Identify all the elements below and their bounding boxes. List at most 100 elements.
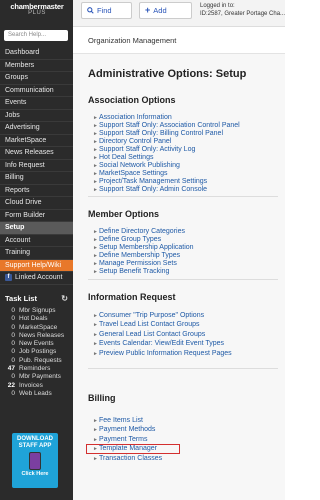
link-travel-lead-groups[interactable]: ► Travel Lead List Contact Groups bbox=[93, 321, 232, 331]
sidebar-item-groups[interactable]: Groups bbox=[0, 72, 73, 85]
section-title-billing: Billing bbox=[88, 393, 116, 403]
sidebar-item-communication[interactable]: Communication bbox=[0, 85, 73, 97]
link-activity-log[interactable]: ► Support Staff Only: Activity Log bbox=[93, 146, 240, 154]
link-directory-categories[interactable]: ► Define Directory Categories bbox=[93, 228, 194, 236]
add-button[interactable]: + Add bbox=[139, 2, 192, 19]
link-marketspace-settings[interactable]: ► MarketSpace Settings bbox=[93, 170, 240, 178]
task-count: 22 bbox=[7, 381, 15, 389]
link-label: Manage Permission Sets bbox=[99, 260, 177, 267]
logo[interactable]: chambermaster PLUS bbox=[4, 3, 70, 17]
link-admin-console[interactable]: ► Support Staff Only: Admin Console bbox=[93, 186, 240, 194]
divider bbox=[88, 279, 278, 280]
link-label: Project/Task Management Settings bbox=[99, 178, 208, 185]
task-count: 0 bbox=[11, 323, 15, 331]
sidebar-item-billing[interactable]: Billing bbox=[0, 172, 73, 185]
task-row-pub-requests[interactable]: 0 Pub. Requests bbox=[5, 357, 71, 365]
sidebar-item-setup[interactable]: Setup bbox=[0, 222, 73, 235]
refresh-icon[interactable]: ↻ bbox=[61, 294, 68, 303]
search-icon bbox=[87, 7, 94, 14]
link-label: Support Staff Only: Admin Console bbox=[99, 186, 208, 193]
link-payment-methods[interactable]: ► Payment Methods bbox=[93, 426, 162, 436]
link-label: General Lead List Contact Groups bbox=[99, 330, 206, 338]
task-row-mbr-signups[interactable]: 0 Mbr Signups bbox=[5, 307, 71, 315]
section-title-association: Association Options bbox=[88, 95, 176, 105]
task-count: 0 bbox=[11, 340, 15, 348]
link-label: Social Network Publishing bbox=[99, 162, 180, 169]
sidebar-item-jobs[interactable]: Jobs bbox=[0, 110, 73, 122]
sidebar-item-events[interactable]: Events bbox=[0, 97, 73, 110]
sidebar-item-info-request[interactable]: Info Request bbox=[0, 160, 73, 172]
download-staff-app-banner[interactable]: DOWNLOAD STAFF APP Click Here bbox=[12, 433, 58, 488]
link-benefit-tracking[interactable]: ► Setup Benefit Tracking bbox=[93, 268, 194, 276]
logged-in-info: Logged in to: ID:2587, Greater Portage C… bbox=[200, 2, 285, 18]
link-transaction-classes[interactable]: ► Transaction Classes bbox=[93, 454, 162, 464]
task-row-news-releases[interactable]: 0 News Releases bbox=[5, 332, 71, 340]
sidebar-item-marketspace[interactable]: MarketSpace bbox=[0, 135, 73, 147]
link-membership-application[interactable]: ► Setup Membership Application bbox=[93, 244, 194, 252]
sidebar-item-dashboard[interactable]: Dashboard bbox=[0, 47, 73, 60]
task-row-job-postings[interactable]: 0 Job Postings bbox=[5, 348, 71, 356]
link-membership-types[interactable]: ► Define Membership Types bbox=[93, 252, 194, 260]
link-directory-control-panel[interactable]: ► Directory Control Panel bbox=[93, 138, 240, 146]
sidebar-item-reports[interactable]: Reports bbox=[0, 185, 73, 197]
link-label: Transaction Classes bbox=[99, 454, 163, 462]
link-trip-purpose-options[interactable]: ► Consumer "Trip Purpose" Options bbox=[93, 311, 232, 321]
link-label: Payment Terms bbox=[99, 435, 148, 443]
task-label: Pub. Requests bbox=[19, 356, 62, 364]
sidebar: chambermaster PLUS Search Help... Dashbo… bbox=[0, 0, 73, 500]
sidebar-nav: Dashboard Members Groups Communication E… bbox=[0, 47, 73, 285]
task-row-invoices[interactable]: 22 Invoices bbox=[5, 382, 71, 390]
linked-account-label: Linked Account bbox=[15, 273, 63, 281]
task-row-hot-deals[interactable]: 0 Hot Deals bbox=[5, 315, 71, 323]
task-count: 0 bbox=[11, 389, 15, 397]
task-row-marketspace[interactable]: 0 MarketSpace bbox=[5, 324, 71, 332]
link-label: Consumer "Trip Purpose" Options bbox=[99, 311, 205, 319]
find-button[interactable]: Find bbox=[81, 2, 132, 19]
sidebar-item-members[interactable]: Members bbox=[0, 60, 73, 72]
logo-subtext: PLUS bbox=[28, 10, 46, 16]
link-label: Directory Control Panel bbox=[99, 138, 172, 145]
app-banner-line1: DOWNLOAD bbox=[17, 436, 53, 442]
logo-text: chambermaster bbox=[10, 2, 64, 11]
task-label: New Events bbox=[19, 340, 54, 348]
link-billing-control-panel[interactable]: ► Support Staff Only: Billing Control Pan… bbox=[93, 130, 240, 138]
find-label: Find bbox=[97, 6, 112, 15]
sidebar-item-form-builder[interactable]: Form Builder bbox=[0, 210, 73, 222]
task-row-reminders[interactable]: 47 Reminders bbox=[5, 365, 71, 373]
phone-icon bbox=[29, 452, 41, 470]
sidebar-item-account[interactable]: Account bbox=[0, 235, 73, 247]
link-group-types[interactable]: ► Define Group Types bbox=[93, 236, 194, 244]
link-association-control-panel[interactable]: ► Support Staff Only: Association Control… bbox=[93, 122, 240, 130]
sidebar-item-linked-account[interactable]: f Linked Account bbox=[0, 272, 73, 285]
sidebar-item-training[interactable]: Training bbox=[0, 247, 73, 260]
task-row-mbr-payments[interactable]: 0 Mbr Payments bbox=[5, 373, 71, 381]
link-general-lead-groups[interactable]: ► General Lead List Contact Groups bbox=[93, 330, 232, 340]
link-label: Association Information bbox=[99, 114, 172, 121]
link-label: Events Calendar: View/Edit Event Types bbox=[99, 340, 225, 348]
link-preview-info-request-pages[interactable]: ► Preview Public Information Request Page… bbox=[93, 349, 232, 359]
sidebar-item-news-releases[interactable]: News Releases bbox=[0, 147, 73, 160]
add-label: Add bbox=[153, 6, 167, 15]
link-event-types[interactable]: ► Events Calendar: View/Edit Event Types bbox=[93, 340, 232, 350]
section-title-member: Member Options bbox=[88, 209, 160, 219]
task-row-new-events[interactable]: 0 New Events bbox=[5, 340, 71, 348]
information-request-links: ► Consumer "Trip Purpose" Options ► Travel… bbox=[93, 311, 232, 359]
divider bbox=[88, 368, 278, 369]
sidebar-item-support-help[interactable]: Support Help/Wiki bbox=[0, 259, 73, 272]
task-label: Mbr Signups bbox=[19, 307, 56, 314]
link-project-task-settings[interactable]: ► Project/Task Management Settings bbox=[93, 178, 240, 186]
task-row-web-leads[interactable]: 0 Web Leads bbox=[5, 390, 71, 398]
sidebar-item-advertising[interactable]: Advertising bbox=[0, 122, 73, 135]
sidebar-item-cloud-drive[interactable]: Cloud Drive bbox=[0, 197, 73, 210]
logged-in-value[interactable]: ID:2587, Greater Portage Cha... bbox=[200, 10, 285, 18]
link-hot-deal-settings[interactable]: ► Hot Deal Settings bbox=[93, 154, 240, 162]
link-fee-items-list[interactable]: ► Fee Items List bbox=[93, 416, 162, 426]
link-association-information[interactable]: ► Association Information bbox=[93, 114, 240, 122]
app-banner-cta: Click Here bbox=[21, 471, 49, 477]
top-bar: Find + Add Logged in to: ID:2587, Greate… bbox=[73, 0, 285, 27]
help-search-input[interactable]: Search Help... bbox=[4, 30, 68, 41]
task-count: 0 bbox=[11, 315, 15, 323]
divider bbox=[88, 196, 278, 197]
link-social-network-publishing[interactable]: ► Social Network Publishing bbox=[93, 162, 240, 170]
link-permission-sets[interactable]: ► Manage Permission Sets bbox=[93, 260, 194, 268]
